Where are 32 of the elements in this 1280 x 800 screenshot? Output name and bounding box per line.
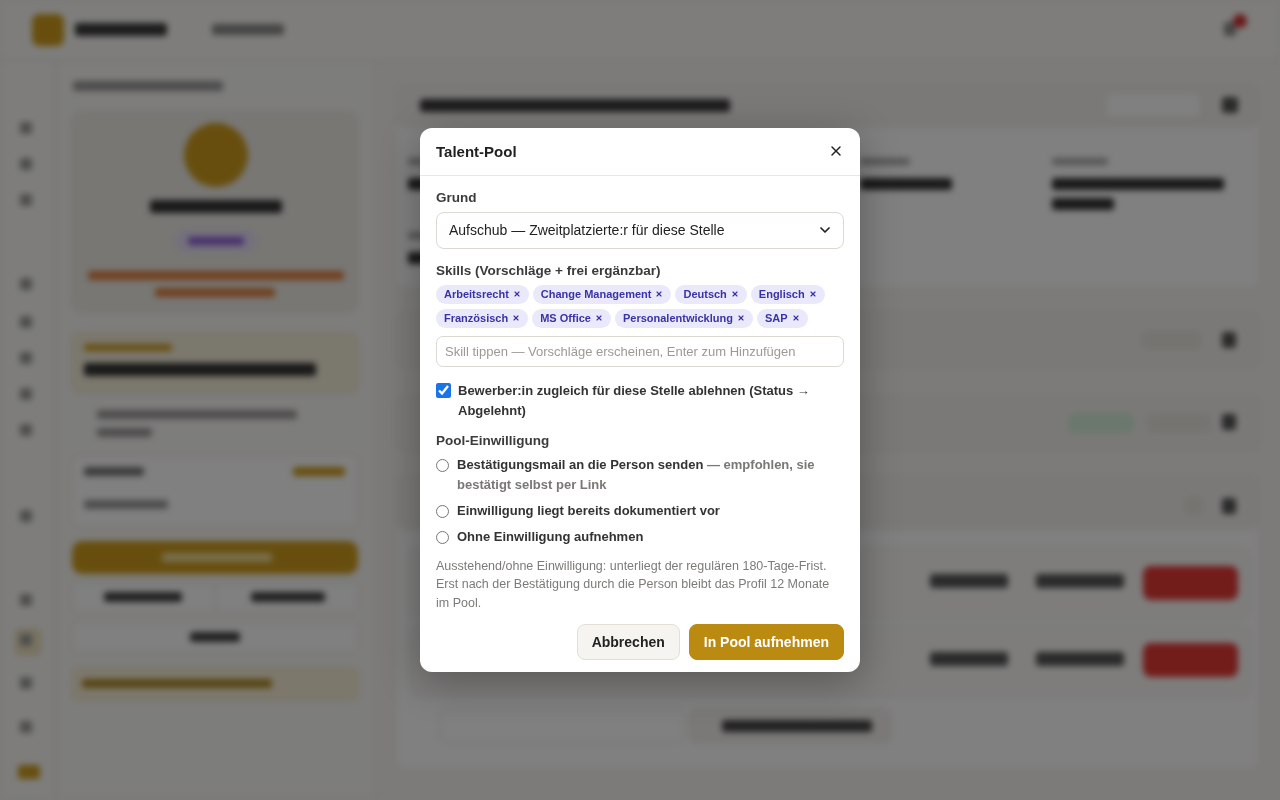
reject-checkbox[interactable] [436, 382, 451, 398]
skill-input[interactable]: Skill tippen — Vorschläge erscheinen, Enter zum Hinzufügen [436, 335, 844, 367]
remove-icon [736, 314, 745, 323]
dialog-title: Talent-Pool [436, 142, 517, 160]
consent-option-label: Ohne Einwilligung aufnehmen [457, 527, 644, 546]
consent-radio[interactable] [436, 504, 449, 518]
skill-tag[interactable]: Deutsch [675, 284, 747, 304]
reason-label: Grund [436, 189, 478, 205]
remove-icon [730, 290, 739, 299]
remove-icon [808, 290, 817, 299]
skills-label: Skills (Vorschläge + frei ergänzbar) [436, 262, 662, 278]
consent-option-label: Bestätigungsmail an die Person senden — empfohlen, sie bestätigt selbst per Link [457, 455, 816, 494]
skill-tag[interactable]: Französisch [436, 308, 529, 328]
consent-label: Pool-Einwilligung [436, 432, 551, 448]
remove-icon [594, 314, 603, 323]
skill-tag[interactable]: Personalentwicklung [614, 308, 753, 328]
skill-tag[interactable]: Change Management [532, 284, 672, 304]
skill-tag[interactable]: MS Office [532, 308, 611, 328]
skill-tag[interactable]: SAP [756, 308, 808, 328]
remove-icon [791, 314, 800, 323]
remove-icon [512, 314, 521, 323]
remove-icon [512, 290, 521, 299]
consent-radio[interactable] [436, 530, 449, 544]
consent-note: Ausstehend/ohne Einwilligung: unterliegt der regulären 180-Tage-Frist. Erst nach der Bestätigung durch die Person bleibt das Profil 12 Monate im Pool. [436, 557, 831, 612]
reason-select[interactable]: Aufschub — Zweitplatzierte:r für diese Stelle [436, 211, 844, 249]
consent-radio[interactable] [436, 458, 449, 472]
skill-tag[interactable]: Arbeitsrecht [436, 284, 529, 304]
skill-tag[interactable]: Englisch [750, 284, 825, 304]
remove-icon [655, 290, 664, 299]
consent-option-label: Einwilligung liegt bereits dokumentiert vor [457, 501, 720, 520]
reject-label: Bewerber:in zugleich für diese Stelle ablehnen (Status → Abgelehnt) [458, 381, 811, 420]
cancel-button[interactable]: Abbrechen [576, 624, 680, 661]
